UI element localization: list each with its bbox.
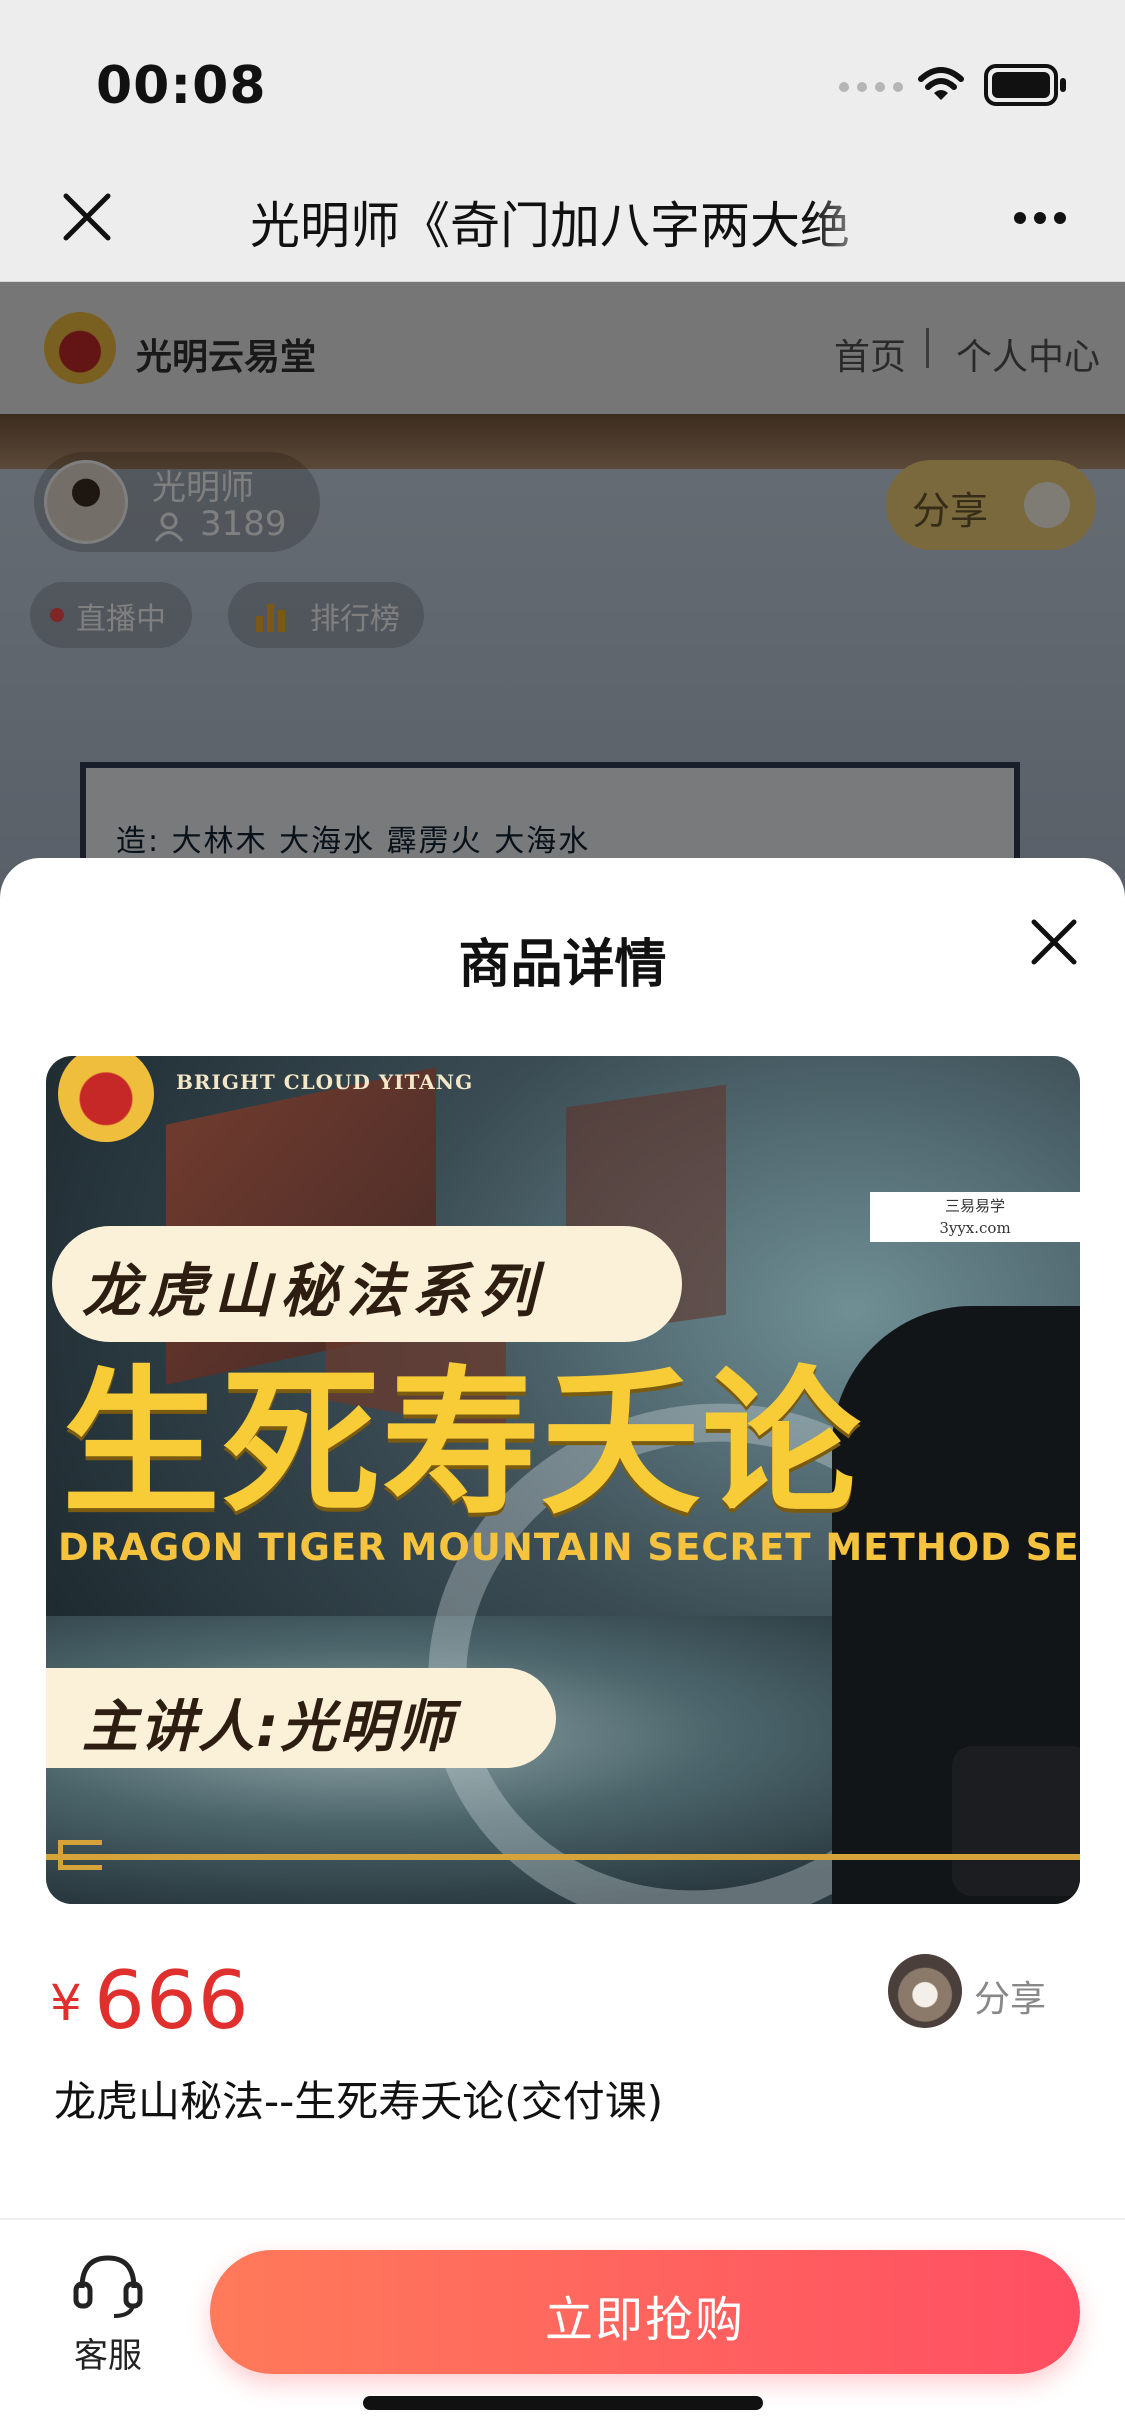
headset-icon (73, 2255, 143, 2318)
product-name: 龙虎山秘法--生死寿夭论(交付课) (54, 2077, 664, 2126)
banner-sleeve (952, 1746, 1080, 1896)
watermark: 三易易学 3yyx.com (870, 1192, 1080, 1242)
screen: 00:08 光明师《奇门加八字两大绝 造: 大林木 大海水 霹雳火 大海水 光明… (0, 0, 1125, 2436)
buy-now-label: 立即抢购 (544, 2292, 745, 2348)
wifi-icon (918, 67, 964, 100)
watermark-line2: 3yyx.com (939, 1219, 1011, 1237)
status-time: 00:08 (96, 56, 267, 116)
banner-gold-line (46, 1854, 1080, 1860)
banner-series: 龙虎山秘法系列 (82, 1257, 545, 1325)
banner-subtitle-en: DRAGON TIGER MOUNTAIN SECRET METHOD SERI… (58, 1526, 1080, 1569)
banner-brand-en: BRIGHT CLOUD YITANG (176, 1070, 474, 1094)
product-detail-sheet: 商品详情 BRIGHT CLOUD YITANG 三易易学 3yyx.com 龙… (0, 858, 1125, 2436)
home-indicator[interactable] (363, 2396, 763, 2410)
close-icon[interactable] (60, 190, 114, 244)
customer-service-label: 客服 (74, 2336, 142, 2376)
battery-icon (984, 64, 1066, 106)
banner-logo (58, 1056, 154, 1142)
banner-gold-ornament (58, 1840, 102, 1870)
bottom-divider (0, 2218, 1125, 2220)
signal-icon (839, 82, 903, 92)
more-icon[interactable] (1012, 198, 1068, 238)
product-share-label: 分享 (974, 1979, 1047, 2020)
product-price: 666 (94, 1954, 250, 2047)
banner-lecturer: 主讲人:光明师 (82, 1695, 455, 1760)
product-share-button[interactable]: 分享 (888, 1954, 1088, 2034)
sheet-title: 商品详情 (458, 935, 667, 995)
banner-main-title: 生死寿夭论 (62, 1352, 862, 1536)
product-banner-image: BRIGHT CLOUD YITANG 三易易学 3yyx.com 龙虎山秘法系… (46, 1056, 1080, 1904)
share-avatar (888, 1954, 962, 2028)
watermark-line1: 三易易学 (944, 1197, 1005, 1215)
customer-service-button[interactable]: 客服 (60, 2250, 156, 2380)
close-icon[interactable] (1028, 916, 1080, 968)
page-title: 光明师《奇门加八字两大绝 (250, 197, 850, 255)
buy-now-button[interactable]: 立即抢购 (210, 2250, 1080, 2374)
price-currency: ¥ (50, 1974, 82, 2032)
